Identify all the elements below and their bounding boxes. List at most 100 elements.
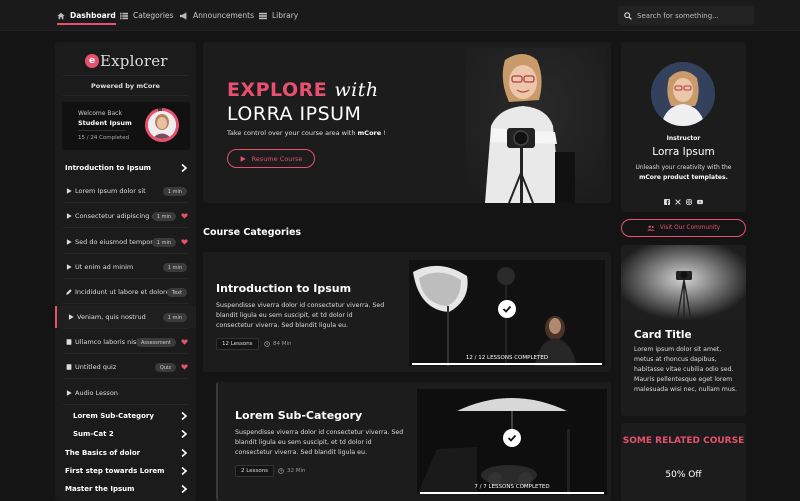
welcome-card: Welcome Back Student Ipsum 15 / 24 Compl… xyxy=(62,102,190,150)
lesson-badge: 1 min xyxy=(162,263,187,272)
users-icon xyxy=(647,225,655,231)
nav-dashboard-label: Dashboard xyxy=(70,11,116,20)
hero-banner: EXPLORE with LORRA IPSUM Take control ov… xyxy=(203,42,611,203)
nav-announcements[interactable]: Announcements xyxy=(180,0,254,31)
chevron-right-icon xyxy=(181,164,187,172)
visit-community-label: Visit Our Community xyxy=(659,225,721,231)
related-course-discount: 50% Off xyxy=(665,470,702,480)
nav-library[interactable]: Library xyxy=(259,0,298,31)
play-icon xyxy=(65,213,73,219)
related-course-card[interactable]: SOME RELATED COURSE 50% Off xyxy=(621,423,746,501)
sidebar-lesson[interactable]: Lorem Ipsum dolor sit 1 min xyxy=(55,180,196,202)
sidebar-lesson[interactable]: Ullamco laboris nisi ut Assessment xyxy=(55,331,196,353)
completion-status: 7 / 7 LESSONS COMPLETED xyxy=(474,484,550,490)
play-icon xyxy=(240,155,246,162)
row-divider xyxy=(63,202,188,203)
sidebar-row-label: The Basics of dolor xyxy=(65,449,141,457)
nav-dashboard[interactable]: Dashboard xyxy=(57,0,116,31)
sidebar-row-label: Lorem Ipsum dolor sit xyxy=(75,187,146,195)
hero-description: Take control over your course area with … xyxy=(227,129,386,137)
course-thumbnail[interactable]: 7 / 7 LESSONS COMPLETED xyxy=(417,389,607,495)
sidebar-lesson[interactable]: Untitled quiz Quiz xyxy=(55,356,196,378)
lesson-badge: 1 min xyxy=(162,187,187,196)
library-icon xyxy=(259,12,267,19)
course-duration-text: 32 Min xyxy=(287,468,306,474)
lesson-badge: Quiz xyxy=(154,363,176,372)
top-navigation: Dashboard Categories Announcements Libra… xyxy=(0,0,800,31)
hero-title-explore: EXPLORE xyxy=(227,79,328,101)
sidebar-row-label: Master the Ipsum xyxy=(65,485,135,493)
heart-icon[interactable] xyxy=(181,339,188,345)
welcome-divider xyxy=(78,130,126,131)
megaphone-icon xyxy=(180,11,187,20)
heart-icon[interactable] xyxy=(181,213,188,219)
hero-desc-brand: mCore xyxy=(357,129,382,137)
nav-categories[interactable]: Categories xyxy=(120,0,173,31)
row-divider xyxy=(63,227,188,228)
sidebar-lesson[interactable]: Incididunt ut labore et dolore Text xyxy=(55,281,196,303)
heart-icon[interactable] xyxy=(181,364,188,370)
row-divider xyxy=(63,303,188,304)
course-sidebar: e Explorer Powered by mCore Welcome Back… xyxy=(55,42,196,501)
logo-mark: e xyxy=(85,54,99,68)
student-name: Student Ipsum xyxy=(78,119,132,127)
chevron-right-icon xyxy=(181,467,187,475)
course-card[interactable]: Lorem Sub-Category Suspendisse viverra d… xyxy=(216,382,611,501)
sidebar-row-label: First step towards Lorem xyxy=(65,467,165,475)
instructor-avatar xyxy=(651,62,715,126)
instructor-bio-bold: mCore product templates. xyxy=(639,173,728,181)
lessons-count: 12 Lessons xyxy=(216,338,259,350)
resume-course-button[interactable]: Resume Course xyxy=(227,149,315,168)
logo-text: Explorer xyxy=(100,52,168,70)
card-title: Card Title xyxy=(634,329,692,341)
clock-icon xyxy=(264,341,270,347)
completion-bar xyxy=(420,492,604,494)
course-title[interactable]: Lorem Sub-Category xyxy=(235,409,362,422)
related-course-title: SOME RELATED COURSE xyxy=(622,436,745,446)
youtube-icon[interactable] xyxy=(697,190,703,205)
sidebar-lesson[interactable]: Sed do eiusmod tempor 1 min xyxy=(55,231,196,253)
sidebar-row-label: Incididunt ut labore et dolore xyxy=(75,288,170,296)
row-divider xyxy=(63,378,188,379)
instructor-label: Instructor xyxy=(666,135,701,142)
sidebar-lesson[interactable]: Audio Lesson xyxy=(55,382,196,404)
course-card[interactable]: Introduction to Ipsum Suspendisse viverr… xyxy=(203,252,611,372)
lesson-badge: 1 min xyxy=(162,313,187,322)
course-description: Suspendisse viverra dolor id consectetur… xyxy=(216,302,385,329)
course-thumbnail[interactable]: 12 / 12 LESSONS COMPLETED xyxy=(409,260,605,366)
sidebar-lesson[interactable]: Veniam, quis nostrud 1 min xyxy=(55,306,196,328)
social-links xyxy=(621,190,746,205)
heart-icon[interactable] xyxy=(181,239,188,245)
sidebar-lesson[interactable]: Consectetur adipiscing elit 1 min xyxy=(55,205,196,227)
instructor-hero-photo xyxy=(465,48,605,203)
explorer-logo[interactable]: e Explorer xyxy=(85,50,170,72)
sidebar-lesson[interactable]: Ut enim ad minim 1 min xyxy=(55,256,196,278)
chevron-right-icon xyxy=(181,430,187,438)
visit-community-button[interactable]: Visit Our Community xyxy=(621,219,746,237)
sidebar-row-label: Audio Lesson xyxy=(75,389,118,397)
lesson-badge: Text xyxy=(166,288,187,297)
lessons-count: 2 Lessons xyxy=(235,465,275,477)
play-icon xyxy=(67,314,75,320)
sidebar-section[interactable]: Introduction to Ipsum xyxy=(55,157,196,179)
nav-announcements-label: Announcements xyxy=(193,11,254,20)
sidebar-row-label: Introduction to Ipsum xyxy=(65,164,151,172)
search-bar[interactable]: Search for something... xyxy=(618,6,754,25)
instagram-icon[interactable] xyxy=(686,190,692,205)
logo-divider xyxy=(63,75,188,76)
powered-by: Powered by mCore xyxy=(91,82,160,90)
powered-divider xyxy=(63,95,188,96)
resume-course-label: Resume Course xyxy=(251,154,303,163)
play-icon xyxy=(65,390,73,396)
feature-card[interactable]: Card Title Lorem ipsum dolor sit amet, m… xyxy=(621,245,746,416)
x-icon[interactable] xyxy=(675,190,681,205)
completed-check-icon xyxy=(498,300,516,318)
hero-desc-end: ! xyxy=(381,129,386,137)
row-divider xyxy=(63,353,188,354)
sidebar-section[interactable]: Master the Ipsum xyxy=(55,478,196,500)
hero-desc-text: Take control over your course area with xyxy=(227,129,358,137)
facebook-icon[interactable] xyxy=(664,190,670,205)
chevron-right-icon xyxy=(181,449,187,457)
course-title[interactable]: Introduction to Ipsum xyxy=(216,282,351,295)
play-icon xyxy=(65,188,73,194)
